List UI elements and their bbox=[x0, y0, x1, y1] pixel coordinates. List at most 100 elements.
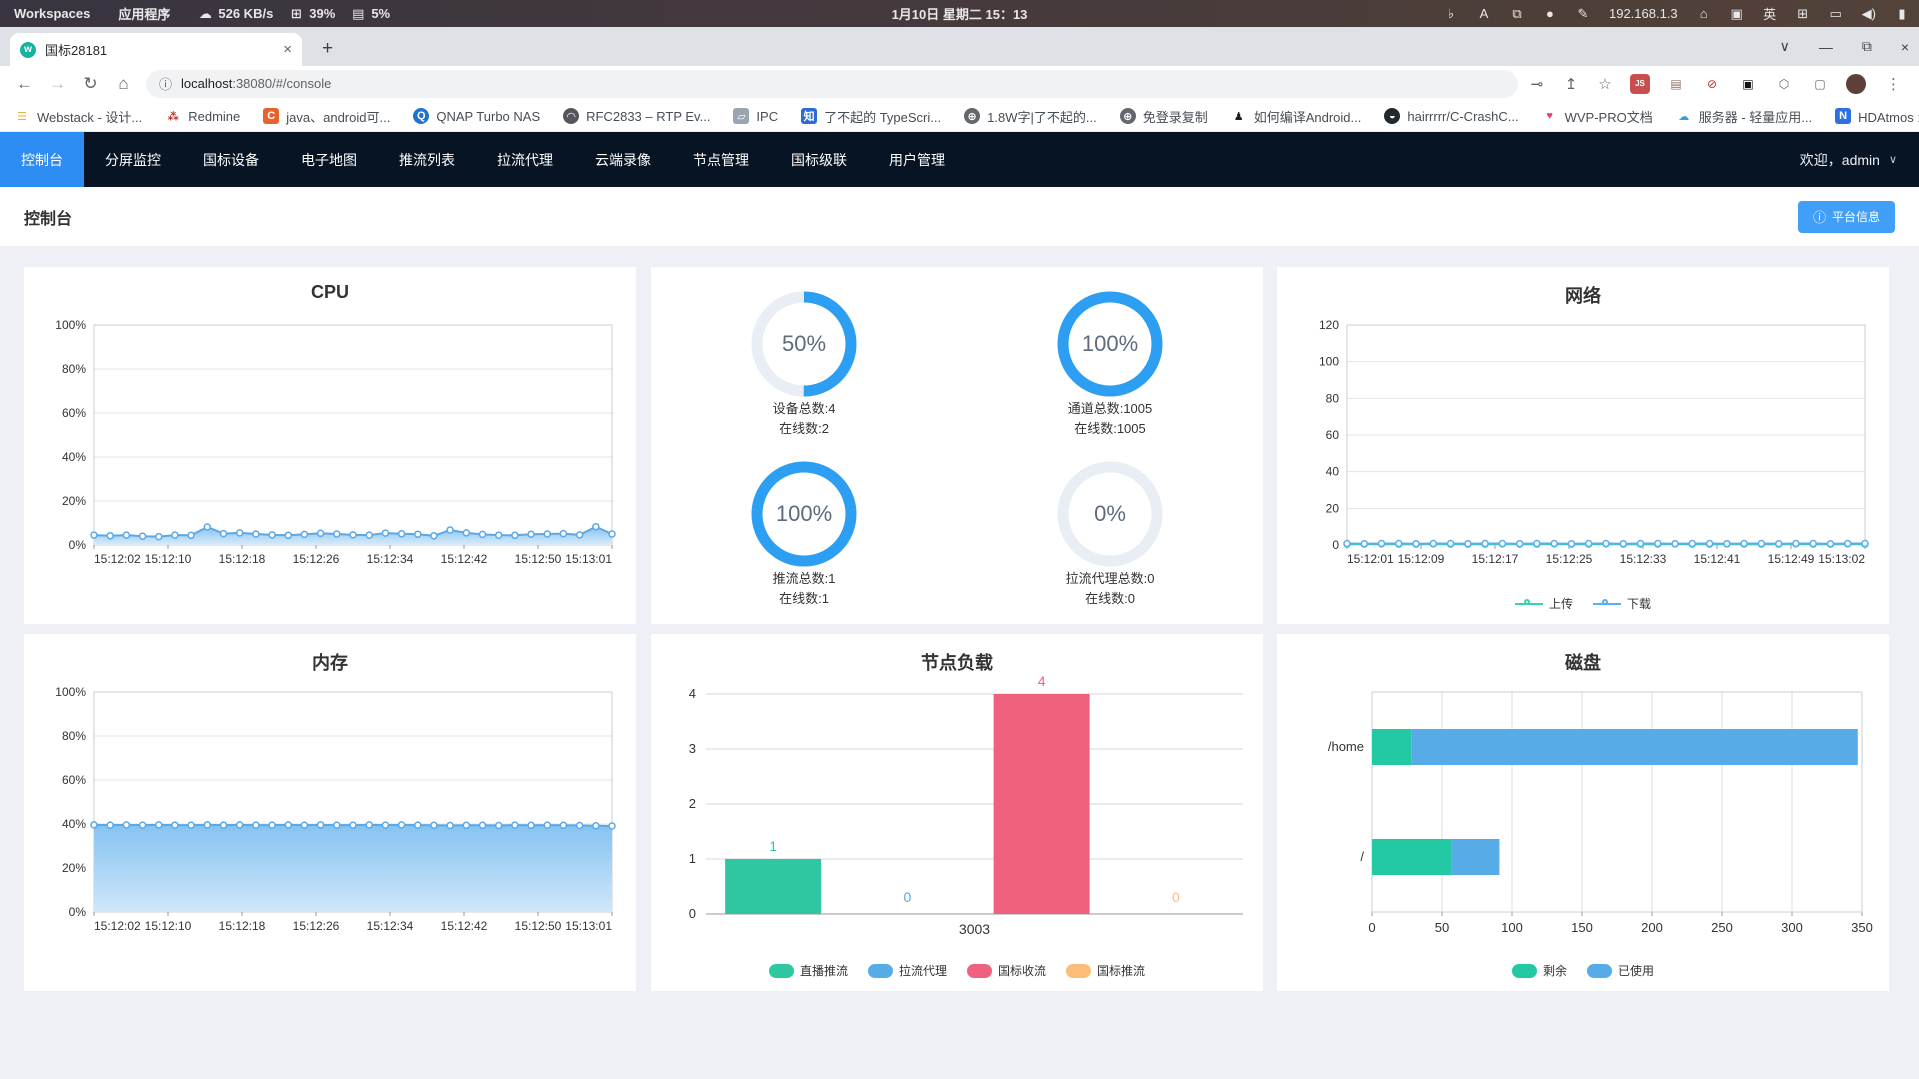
bookmark-favicon: N bbox=[1835, 108, 1852, 124]
toolbar-actions: ⊸ ↥ ☆ JS ▤ ⊘ ▣ ⬡ ▢ ⋮ bbox=[1528, 73, 1911, 94]
ip-address-indicator[interactable]: 192.168.1.3 bbox=[1609, 6, 1678, 21]
platform-info-button[interactable]: ⓘ 平台信息 bbox=[1797, 200, 1895, 233]
bookmark-item[interactable]: Cjava、android可... bbox=[263, 107, 390, 126]
svg-text:60%: 60% bbox=[62, 773, 86, 787]
node-load-chart[interactable]: 0 1 2 3 4 1 0 4 0 3003 bbox=[651, 670, 1263, 970]
network-speed-indicator[interactable]: ☁ 526 KB/s bbox=[198, 6, 273, 22]
home-icon[interactable]: ⌂ bbox=[1697, 6, 1711, 21]
window-stack-icon[interactable]: ▣ bbox=[1730, 6, 1744, 22]
svg-text:15:12:17: 15:12:17 bbox=[1472, 552, 1519, 566]
cpu-usage-indicator[interactable]: ⊞ 39% bbox=[289, 6, 335, 22]
share-icon[interactable]: ↥ bbox=[1562, 75, 1580, 93]
tab-search-chevron[interactable]: ∨ bbox=[1780, 38, 1790, 55]
battery-icon[interactable]: ▮ bbox=[1895, 6, 1909, 22]
bookmark-item[interactable]: ⊕ 免登录复制 bbox=[1119, 107, 1208, 126]
ext-printer-icon[interactable]: ▤ bbox=[1666, 74, 1686, 94]
key-icon[interactable]: ⊸ bbox=[1528, 75, 1546, 93]
browser-tab[interactable]: w 国标28181 × bbox=[10, 33, 302, 66]
display-icon[interactable]: ▭ bbox=[1829, 6, 1843, 22]
nav-item-9[interactable]: 用户管理 bbox=[868, 132, 966, 187]
tab-close-icon[interactable]: × bbox=[283, 41, 292, 58]
ext-dark-square-icon[interactable]: ▣ bbox=[1738, 74, 1758, 94]
nav-item-4[interactable]: 推流列表 bbox=[378, 132, 476, 187]
user-menu[interactable]: 欢迎，admin ∨ bbox=[1800, 150, 1919, 170]
restore-button[interactable]: ⧉ bbox=[1862, 38, 1872, 55]
reload-icon[interactable]: ↻ bbox=[74, 74, 107, 94]
svg-text:15:12:02: 15:12:02 bbox=[94, 919, 141, 933]
svg-text:50: 50 bbox=[1435, 920, 1449, 935]
browser-menu-kebab[interactable]: ⋮ bbox=[1882, 75, 1905, 93]
site-info-icon[interactable]: ⓘ bbox=[159, 74, 172, 93]
close-button[interactable]: × bbox=[1901, 39, 1909, 55]
legend-item[interactable]: 国标收流 bbox=[967, 962, 1046, 979]
legend-item[interactable]: 上传 bbox=[1514, 595, 1573, 612]
screenshot-tool-icon[interactable]: A bbox=[1477, 6, 1491, 21]
bookmark-item[interactable]: ☰ Webstack - 设计... bbox=[14, 107, 142, 126]
legend-item[interactable]: 直播推流 bbox=[768, 962, 848, 979]
address-bar[interactable]: ⓘ localhost:38080/#/console bbox=[146, 69, 1518, 98]
minimize-button[interactable]: — bbox=[1819, 39, 1833, 55]
svg-text:20: 20 bbox=[1326, 501, 1340, 515]
workspaces-button[interactable]: Workspaces bbox=[14, 6, 90, 21]
jar-applet-icon[interactable]: ● bbox=[1543, 6, 1557, 21]
nav-item-0[interactable]: 控制台 bbox=[0, 132, 84, 187]
applications-button[interactable]: 应用程序 bbox=[118, 4, 170, 23]
legend-item[interactable]: 已使用 bbox=[1587, 962, 1654, 979]
virtual-desktop-icon[interactable]: ⊞ bbox=[1796, 6, 1810, 22]
volume-icon[interactable]: ◀) bbox=[1862, 6, 1876, 22]
legend-item[interactable]: 国标推流 bbox=[1066, 962, 1145, 979]
nav-item-7[interactable]: 节点管理 bbox=[672, 132, 770, 187]
svg-text:15:12:25: 15:12:25 bbox=[1546, 552, 1593, 566]
ext-js-icon[interactable]: JS bbox=[1630, 73, 1650, 94]
ext-box-icon[interactable]: ▢ bbox=[1810, 74, 1830, 94]
stat-total-label: 拉流代理总数:0 bbox=[1065, 571, 1155, 587]
clock[interactable]: 1月10日 星期二 15：13 bbox=[892, 4, 1028, 23]
nav-item-2[interactable]: 国标设备 bbox=[182, 132, 280, 187]
new-tab-button[interactable]: + bbox=[314, 36, 341, 63]
ext-puzzle-icon[interactable]: ⬡ bbox=[1774, 74, 1794, 94]
home-icon[interactable]: ⌂ bbox=[107, 74, 140, 94]
bookmark-favicon: ☁ bbox=[1678, 110, 1690, 123]
dashboard: CPU 0% 20% 40% 60% 80% 100% 15:12:02 15:12:10 15… bbox=[0, 246, 1919, 1079]
bookmark-item[interactable]: ⊕ 1.8W字|了不起的... bbox=[964, 107, 1097, 126]
bookmark-star-icon[interactable]: ☆ bbox=[1596, 75, 1614, 93]
cpu-chart-card: CPU 0% 20% 40% 60% 80% 100% 15:12:02 15:12:10 15… bbox=[24, 267, 636, 624]
system-top-bar: Workspaces 应用程序 ☁ 526 KB/s ⊞ 39% ▤ 5% 1月10日 星… bbox=[0, 0, 1919, 27]
disk-chart[interactable]: 0 50 100 150 200 250 300 350/home / bbox=[1277, 670, 1889, 970]
nav-item-8[interactable]: 国标级联 bbox=[770, 132, 868, 187]
memory-chart[interactable]: 0% 20% 40% 60% 80% 100% 15:12:02 15:12:10 15:12:… bbox=[24, 670, 636, 970]
bing-icon[interactable]: ♭ bbox=[1444, 6, 1458, 22]
legend-item[interactable]: 剩余 bbox=[1511, 962, 1567, 979]
bookmark-item[interactable]: ☁ 服务器 - 轻量应用... bbox=[1676, 107, 1812, 126]
nav-item-5[interactable]: 拉流代理 bbox=[476, 132, 574, 187]
cpu-chart[interactable]: 0% 20% 40% 60% 80% 100% 15:12:02 15:12:10 15:12:… bbox=[24, 303, 636, 603]
ext-blocker-icon[interactable]: ⊘ bbox=[1702, 74, 1722, 94]
nav-item-6[interactable]: 云端录像 bbox=[574, 132, 672, 187]
bookmark-item[interactable]: 知了不起的 TypeScri... bbox=[801, 107, 941, 126]
bookmark-item[interactable]: NHDAtmos :: 种子 *... bbox=[1835, 107, 1919, 126]
chevron-down-icon: ∨ bbox=[1888, 154, 1897, 166]
bookmark-item[interactable]: ◒ hairrrrr/C-CrashC... bbox=[1384, 108, 1519, 124]
svg-text:0%: 0% bbox=[69, 538, 87, 552]
stat-push-streams: 100% 推流总数:1 在线数:1 bbox=[651, 449, 957, 619]
back-icon[interactable]: ← bbox=[8, 74, 41, 94]
nav-item-1[interactable]: 分屏监控 bbox=[84, 132, 182, 187]
legend-item[interactable]: 拉流代理 bbox=[867, 962, 947, 979]
legend-item[interactable]: 下载 bbox=[1593, 595, 1651, 612]
bookmark-item[interactable]: Q QNAP Turbo NAS bbox=[413, 108, 540, 124]
network-chart[interactable]: 0 20 40 60 80 100 120 15:12:01 15:12:09 15:12:17 1… bbox=[1277, 303, 1889, 603]
profile-avatar[interactable] bbox=[1846, 73, 1866, 94]
memory-usage-indicator[interactable]: ▤ 5% bbox=[351, 6, 390, 22]
bookmark-item[interactable]: ▱ IPC bbox=[733, 108, 778, 124]
svg-text:0: 0 bbox=[903, 889, 911, 905]
bookmark-favicon: Q bbox=[413, 108, 430, 124]
clipboard-manager-icon[interactable]: ⧉ bbox=[1510, 6, 1524, 22]
bookmark-item[interactable]: ♟ 如何编译Android... bbox=[1231, 107, 1362, 126]
nav-item-3[interactable]: 电子地图 bbox=[280, 132, 378, 187]
bookmark-item[interactable]: ◠ RFC2833 – RTP Ev... bbox=[563, 108, 710, 124]
bookmark-item[interactable]: ♥ WVP-PRO文档 bbox=[1542, 107, 1652, 126]
color-picker-icon[interactable]: ✎ bbox=[1576, 6, 1590, 22]
input-method-indicator[interactable]: 英 bbox=[1763, 4, 1777, 23]
bookmark-item[interactable]: ⁂ Redmine bbox=[165, 108, 241, 124]
svg-text:15:12:18: 15:12:18 bbox=[219, 919, 266, 933]
